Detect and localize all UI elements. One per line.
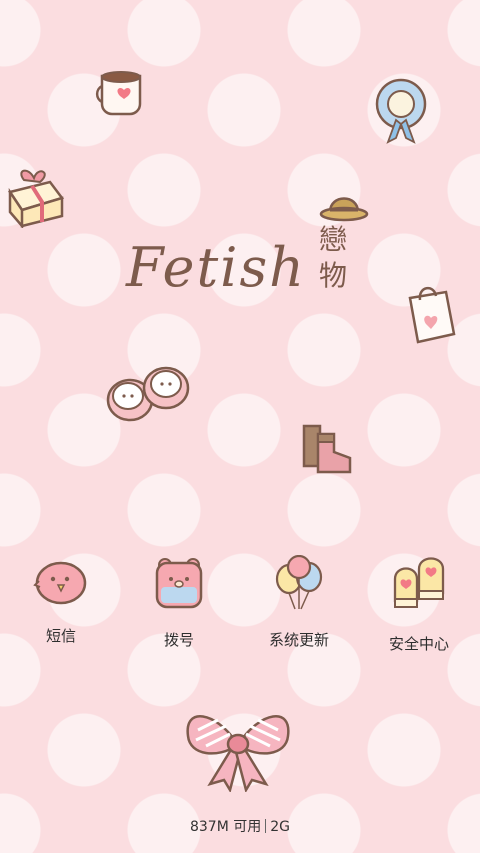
bowler-hat-icon: [319, 197, 369, 222]
sun-hat-icon: [375, 78, 427, 144]
memory-free-text: 837M 可用: [189, 819, 262, 835]
theme-title-chinese-char-1: 戀: [318, 223, 347, 256]
memory-status: 837M 可用 2G: [0, 816, 480, 836]
shopping-bag-icon: [408, 287, 456, 344]
app-label-messages: 短信: [45, 627, 76, 645]
chick-message-icon: [33, 561, 87, 605]
bow-cleaner-icon[interactable]: [178, 700, 298, 792]
theme-title-english: Fetish: [126, 236, 306, 299]
theme-title-widget: Fetish 戀 物: [126, 222, 366, 312]
memory-divider: [265, 819, 267, 833]
app-system-update[interactable]: 系统更新: [244, 555, 354, 665]
mittens-security-icon: [393, 557, 445, 608]
theme-title-chinese: 戀 物: [316, 222, 350, 294]
home-app-row: 短信 拨号 系统更新 安全中心: [0, 555, 480, 665]
memory-total-text: 2G: [270, 819, 291, 835]
app-messages[interactable]: 短信: [6, 555, 116, 665]
app-label-system-update: 系统更新: [268, 631, 329, 649]
app-label-dialer: 拨号: [163, 631, 194, 649]
app-security-center[interactable]: 安全中心: [364, 555, 474, 665]
theme-title-chinese-char-2: 物: [318, 259, 347, 292]
gift-box-icon: [7, 169, 65, 228]
boots-icon: [302, 424, 352, 474]
balloons-update-icon: [275, 555, 323, 610]
bunny-slippers-icon: [106, 366, 190, 422]
app-dialer[interactable]: 拨号: [124, 555, 234, 665]
app-label-security-center: 安全中心: [388, 635, 449, 653]
bear-dialer-icon: [155, 558, 203, 609]
coffee-cup-icon: [95, 71, 142, 116]
